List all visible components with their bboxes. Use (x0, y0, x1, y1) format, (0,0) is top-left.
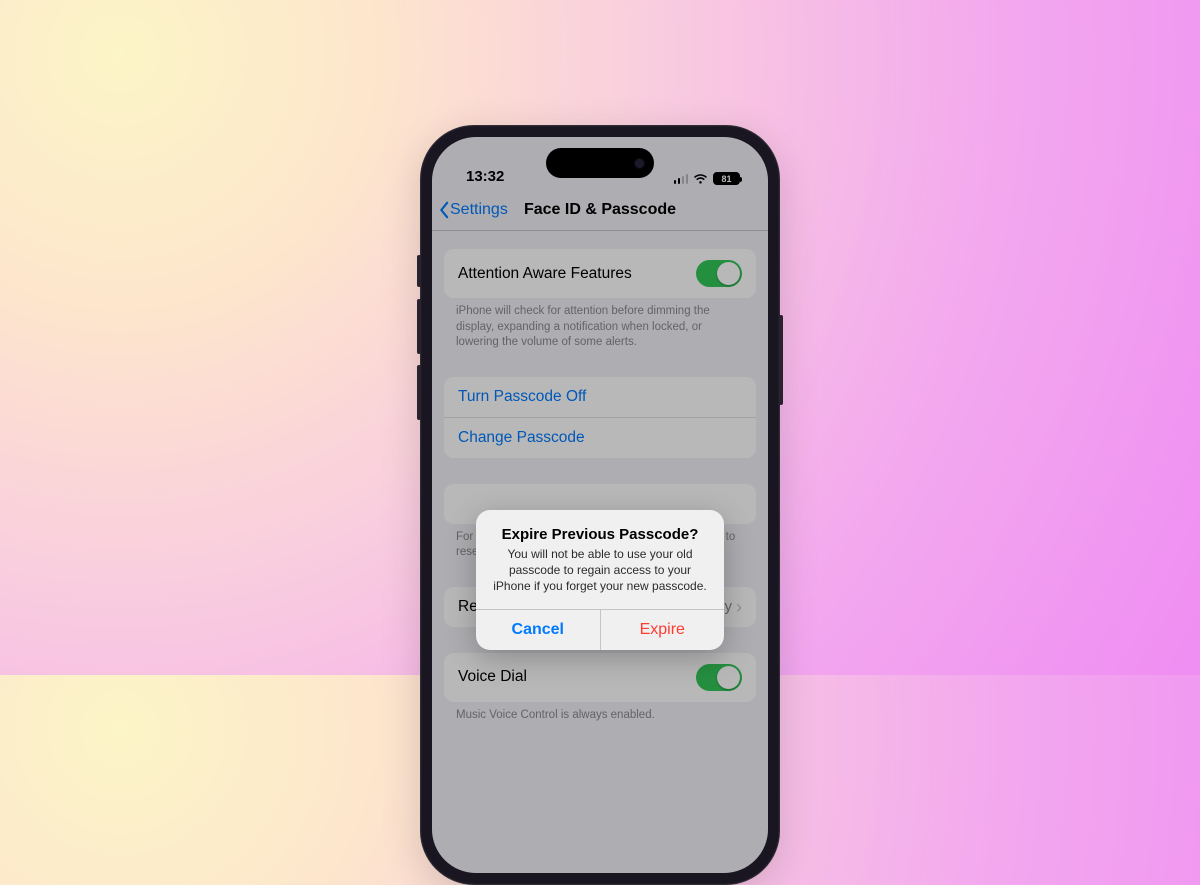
voice-dial-label: Voice Dial (458, 668, 527, 686)
voice-dial-group: Voice Dial (444, 653, 756, 702)
voice-dial-footer: Music Voice Control is always enabled. (456, 708, 744, 724)
chevron-right-icon: › (736, 598, 742, 616)
expire-button[interactable]: Expire (601, 610, 725, 650)
volume-down-button (417, 365, 421, 420)
back-button[interactable]: Settings (438, 201, 508, 219)
attention-group: Attention Aware Features (444, 249, 756, 298)
page-title: Face ID & Passcode (524, 201, 676, 219)
wifi-icon (693, 173, 708, 185)
expire-passcode-label (458, 495, 462, 513)
mute-switch (417, 255, 421, 287)
battery-indicator: 81 (713, 172, 740, 185)
attention-aware-row[interactable]: Attention Aware Features (444, 249, 756, 298)
alert-actions: Cancel Expire (476, 609, 724, 650)
change-passcode-row[interactable]: Change Passcode (444, 418, 756, 458)
front-camera-icon (635, 159, 644, 168)
expire-passcode-alert: Expire Previous Passcode? You will not b… (476, 510, 724, 650)
dynamic-island (546, 148, 654, 178)
navigation-bar: Settings Face ID & Passcode (432, 189, 768, 231)
alert-message: You will not be able to use your old pas… (490, 546, 710, 595)
require-passcode-value: ly › (721, 598, 742, 616)
attention-aware-label: Attention Aware Features (458, 265, 632, 283)
volume-up-button (417, 299, 421, 354)
attention-toggle[interactable] (696, 260, 742, 287)
change-passcode-label: Change Passcode (458, 429, 585, 447)
cancel-button[interactable]: Cancel (476, 610, 601, 650)
voice-dial-toggle[interactable] (696, 664, 742, 691)
status-time: 13:32 (466, 168, 504, 185)
cellular-signal-icon (674, 174, 689, 184)
turn-passcode-off-row[interactable]: Turn Passcode Off (444, 377, 756, 418)
battery-level: 81 (721, 174, 731, 184)
phone-frame: 13:32 81 Settings Face ID & (420, 125, 780, 885)
alert-body: Expire Previous Passcode? You will not b… (476, 510, 724, 609)
chevron-left-icon (438, 201, 450, 219)
back-label: Settings (450, 201, 508, 219)
voice-dial-row[interactable]: Voice Dial (444, 653, 756, 702)
phone-screen: 13:32 81 Settings Face ID & (432, 137, 768, 873)
passcode-actions-group: Turn Passcode Off Change Passcode (444, 377, 756, 458)
side-button (779, 315, 783, 405)
alert-title: Expire Previous Passcode? (490, 526, 710, 543)
turn-passcode-off-label: Turn Passcode Off (458, 388, 586, 406)
status-icons: 81 (674, 172, 741, 185)
attention-footer: iPhone will check for attention before d… (456, 304, 744, 351)
